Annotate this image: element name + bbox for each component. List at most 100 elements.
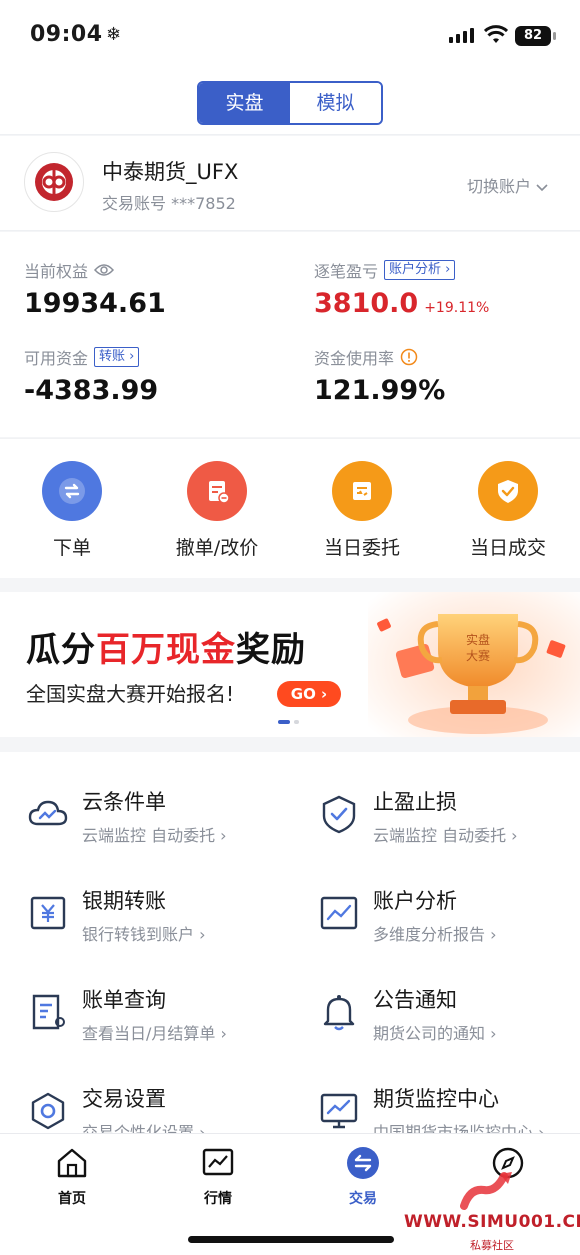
quick-today-orders-label: 当日委托 <box>323 537 400 559</box>
menu-title: 云条件单 <box>82 790 166 814</box>
menu-title: 交易设置 <box>82 1087 166 1111</box>
market-icon <box>202 1148 234 1176</box>
cancel-order-icon <box>187 461 247 521</box>
shield-check-icon <box>322 795 356 834</box>
menu-subtitle: 银行转钱到账户 › <box>82 925 206 944</box>
tab-real[interactable]: 实盘 <box>199 83 290 123</box>
menu-bank-transfer[interactable]: 银期转账 银行转钱到账户 › <box>26 883 296 963</box>
menu-account-analysis[interactable]: 账户分析 多维度分析报告 › <box>317 883 580 963</box>
menu-announcements[interactable]: 公告通知 期货公司的通知 › <box>317 982 580 1062</box>
tab-home-label: 首页 <box>58 1191 86 1207</box>
transfer-tag[interactable]: 转账 › <box>94 347 140 367</box>
transfer-tag-label: 转账 <box>99 349 126 364</box>
account-number-label: 交易账号 <box>102 194 167 213</box>
banner-go-button[interactable]: GO › <box>277 681 341 707</box>
clock: 09:04 <box>30 22 103 47</box>
eye-icon[interactable] <box>94 263 115 277</box>
entrust-icon <box>332 461 392 521</box>
account-number-value: ***7852 <box>171 194 236 213</box>
trophy-text-2: 大赛 <box>466 648 490 663</box>
menu-title: 公告通知 <box>373 988 457 1012</box>
status-bar: 09:04 ❄ 82 <box>0 0 580 70</box>
banner-headline: 瓜分百万现金奖励 <box>26 622 306 671</box>
quick-place-order-label: 下单 <box>52 537 91 559</box>
available-value: -4383.99 <box>24 375 159 406</box>
menu-title: 账户分析 <box>373 889 457 913</box>
account-name: 中泰期货_UFX <box>102 160 239 184</box>
deal-icon <box>478 461 538 521</box>
promo-banner[interactable]: 瓜分百万现金奖励 全国实盘大赛开始报名! GO › 实盘 大赛 <box>0 592 580 737</box>
services-menu: 云条件单 云端监控 自动委托 › 止盈止损 云端监控 自动委托 › 银期转账 银… <box>0 752 580 1142</box>
account-number: 交易账号 ***7852 <box>102 190 236 214</box>
menu-title: 账单查询 <box>82 988 166 1012</box>
pnl-label: 逐笔盈亏 <box>314 262 379 281</box>
account-analysis-tag[interactable]: 账户分析 › <box>384 260 456 280</box>
trade-icon <box>347 1147 379 1179</box>
account-stats: 当前权益 19934.61 逐笔盈亏 账户分析 › 3810.0 +19.11% … <box>0 232 580 437</box>
bill-icon <box>32 994 65 1030</box>
quick-cancel-modify[interactable]: 撤单/改价 <box>157 461 277 560</box>
quick-today-orders[interactable]: 当日委托 <box>302 461 422 560</box>
settings-icon <box>31 1092 65 1130</box>
tab-simulation[interactable]: 模拟 <box>290 83 381 123</box>
equity-label: 当前权益 <box>24 262 89 281</box>
mode-toggle-bar: 实盘 模拟 <box>0 70 580 135</box>
switch-account-button[interactable]: 切换账户 <box>467 173 548 197</box>
usage-label-row: 资金使用率 <box>314 345 418 369</box>
bell-icon <box>323 995 355 1031</box>
menu-title: 止盈止损 <box>373 790 457 814</box>
banner-headline-part3: 奖励 <box>236 630 306 670</box>
usage-label: 资金使用率 <box>314 349 395 368</box>
monitor-icon <box>320 1093 358 1129</box>
yuan-transfer-icon <box>30 896 66 930</box>
banner-headline-part1: 瓜分 <box>26 630 96 670</box>
quick-place-order[interactable]: 下单 <box>12 461 132 560</box>
watermark-text: WWW.SIMU001.CN <box>404 1212 580 1232</box>
pnl-percent: +19.11% <box>424 300 490 316</box>
tab-home[interactable]: 首页 <box>32 1146 112 1208</box>
quick-today-deals-label: 当日成交 <box>469 537 546 559</box>
watermark-logo-icon <box>460 1172 512 1210</box>
broker-logo <box>24 152 84 212</box>
banner-pagination <box>278 720 299 724</box>
menu-cloud-condition-order[interactable]: 云条件单 云端监控 自动委托 › <box>26 784 296 864</box>
mode-segmented-control: 实盘 模拟 <box>197 81 383 125</box>
menu-title: 期货监控中心 <box>373 1087 499 1111</box>
cloud-icon <box>28 800 68 826</box>
menu-bill-query[interactable]: 账单查询 查看当日/月结算单 › <box>26 982 296 1062</box>
account-analysis-tag-label: 账户分析 <box>389 262 442 277</box>
trophy-text-1: 实盘 <box>466 632 490 647</box>
equity-label-row: 当前权益 <box>24 258 115 282</box>
available-label-row: 可用资金 转账 › <box>24 345 140 369</box>
menu-subtitle: 云端监控 自动委托 › <box>82 826 227 845</box>
info-icon[interactable] <box>400 348 418 366</box>
home-indicator <box>188 1236 394 1243</box>
watermark-subtext: 私募社区 <box>470 1239 514 1252</box>
wifi-icon <box>484 25 508 43</box>
menu-title: 银期转账 <box>82 889 166 913</box>
snowflake-icon: ❄ <box>106 24 122 45</box>
cellular-signal-icon <box>449 28 474 43</box>
menu-take-profit-stop-loss[interactable]: 止盈止损 云端监控 自动委托 › <box>317 784 580 864</box>
menu-subtitle: 云端监控 自动委托 › <box>373 826 518 845</box>
quick-today-deals[interactable]: 当日成交 <box>448 461 568 560</box>
tab-trade[interactable]: 交易 <box>323 1146 403 1208</box>
chart-line-icon <box>320 896 358 930</box>
quick-cancel-modify-label: 撤单/改价 <box>175 537 259 559</box>
home-icon <box>57 1148 87 1178</box>
equity-value: 19934.61 <box>24 288 166 319</box>
chevron-down-icon <box>536 184 548 192</box>
tab-market[interactable]: 行情 <box>178 1146 258 1208</box>
menu-subtitle: 期货公司的通知 › <box>373 1024 497 1043</box>
menu-subtitle: 查看当日/月结算单 › <box>82 1024 227 1043</box>
pnl-value: 3810.0 <box>314 288 419 319</box>
banner-subline: 全国实盘大赛开始报名! <box>26 682 235 706</box>
account-card: 中泰期货_UFX 交易账号 ***7852 切换账户 <box>0 136 580 231</box>
usage-value: 121.99% <box>314 375 446 406</box>
battery-indicator: 82 <box>515 26 556 46</box>
trophy-illustration: 实盘 大赛 <box>368 592 580 737</box>
available-label: 可用资金 <box>24 349 89 368</box>
quick-actions: 下单 撤单/改价 当日委托 当日成交 <box>0 438 580 578</box>
exchange-icon <box>42 461 102 521</box>
tab-trade-label: 交易 <box>349 1191 377 1207</box>
